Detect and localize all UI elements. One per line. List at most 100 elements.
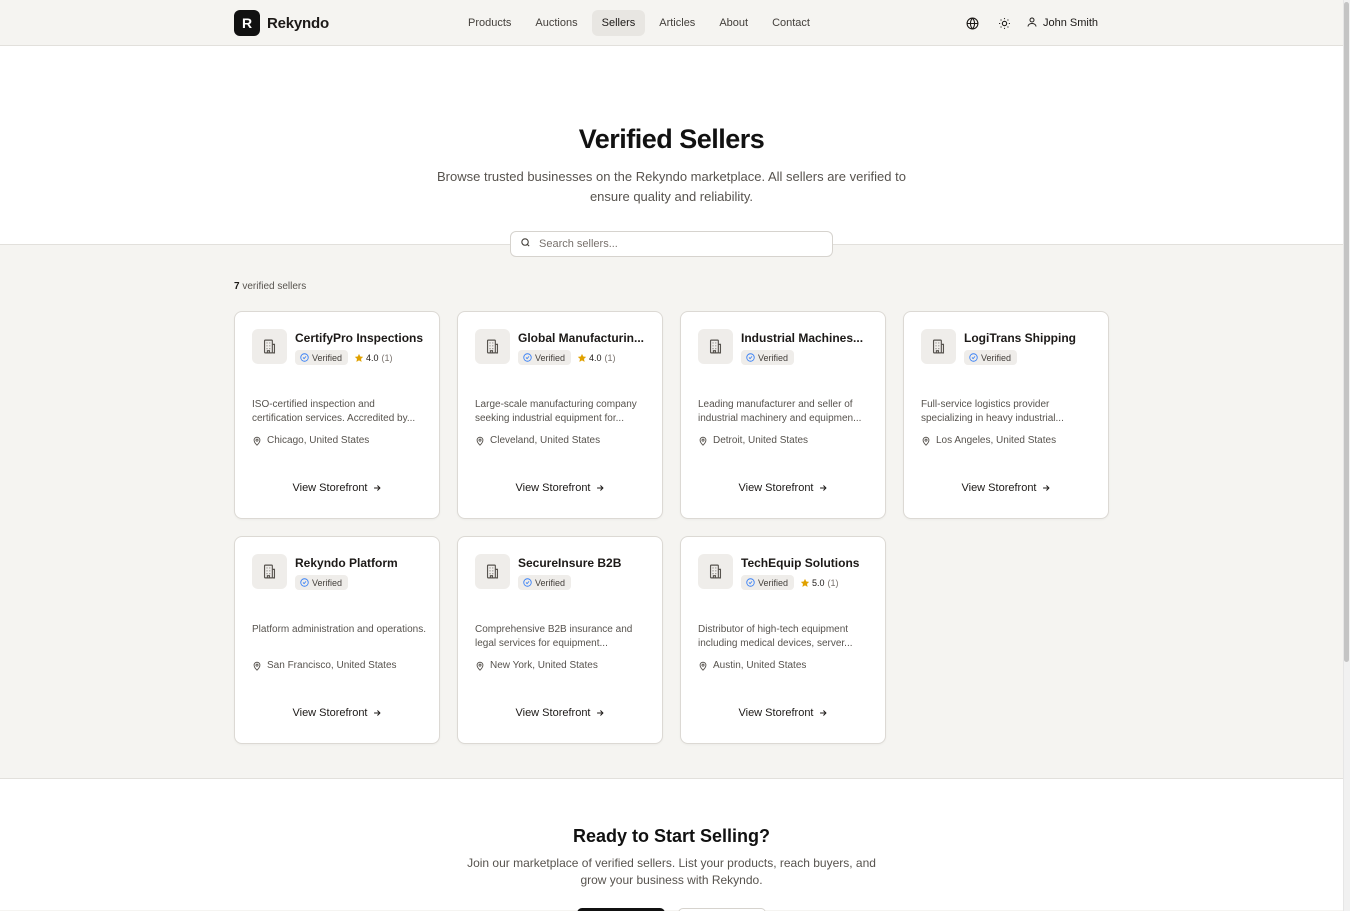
brand-logo[interactable]: R Rekyndo — [234, 10, 329, 36]
verified-check-icon — [300, 578, 309, 587]
map-pin-icon — [475, 436, 485, 446]
seller-meta: Verified 5.0 (1) — [741, 575, 839, 590]
building-icon — [252, 554, 287, 589]
seller-card[interactable]: Global Manufacturin... Verified 4.0 (1) Larg… — [457, 311, 663, 519]
seller-description: ISO-certified inspection and certificati… — [252, 399, 416, 424]
seller-card[interactable]: LogiTrans Shipping Verified Full-service l… — [903, 311, 1109, 519]
map-pin-icon — [252, 661, 262, 671]
cta-section: Ready to Start Selling? Join our marketp… — [0, 778, 1343, 911]
building-icon — [475, 554, 510, 589]
cta-title: Ready to Start Selling? — [572, 826, 771, 846]
verified-check-icon — [746, 353, 755, 362]
globe-icon[interactable] — [962, 13, 982, 33]
seller-rating: 5.0 (1) — [800, 578, 839, 588]
top-navigation-bar: R Rekyndo Products Auctions Sellers Article… — [0, 0, 1343, 46]
seller-meta: Verified — [964, 350, 1018, 365]
verified-label: Verified — [758, 577, 789, 588]
rating-count: (1) — [604, 352, 616, 363]
verified-label: Verified — [535, 352, 566, 363]
star-icon — [800, 578, 810, 588]
star-icon — [354, 353, 364, 363]
location-text: Los Angeles, United States — [936, 435, 1057, 446]
view-storefront-link[interactable]: View Storefront — [681, 482, 885, 494]
nav-item-auctions[interactable]: Auctions — [525, 10, 587, 36]
header-actions: John Smith — [962, 13, 1098, 33]
seller-card[interactable]: TechEquip Solutions Verified 5.0 (1) Distrib… — [680, 536, 886, 744]
scrollbar-thumb[interactable] — [1344, 2, 1349, 662]
map-pin-icon — [698, 661, 708, 671]
seller-card[interactable]: Industrial Machines... Verified Leading ma… — [680, 311, 886, 519]
verified-label: Verified — [312, 577, 343, 588]
seller-card[interactable]: Rekyndo Platform Verified Platform adminis… — [234, 536, 440, 744]
location-text: San Francisco, United States — [267, 660, 397, 671]
page-scrollbar[interactable] — [1343, 0, 1350, 911]
seller-name[interactable]: Rekyndo Platform — [295, 556, 431, 570]
sun-icon[interactable] — [994, 13, 1014, 33]
seller-name[interactable]: LogiTrans Shipping — [964, 331, 1100, 345]
location-text: Detroit, United States — [713, 435, 809, 446]
logo-text: Rekyndo — [267, 14, 329, 32]
cta-subtitle: Join our marketplace of verified sellers… — [467, 856, 876, 887]
seller-description: Full-service logistics provider speciali… — [921, 399, 1064, 424]
verified-badge: Verified — [964, 350, 1018, 365]
view-storefront-link[interactable]: View Storefront — [235, 482, 439, 494]
seller-location: Cleveland, United States — [475, 435, 600, 446]
verified-label: Verified — [312, 352, 343, 363]
seller-name[interactable]: Industrial Machines... — [741, 331, 877, 345]
location-text: Austin, United States — [713, 660, 807, 671]
seller-card[interactable]: CertifyPro Inspections Verified 4.0 (1) ISO-… — [234, 311, 440, 519]
verified-label: Verified — [758, 352, 789, 363]
logo-mark: R — [234, 10, 260, 36]
seller-name[interactable]: Global Manufacturin... — [518, 331, 654, 345]
main-nav: Products Auctions Sellers Articles About Cont… — [458, 10, 820, 36]
seller-rating: 4.0 (1) — [354, 353, 393, 363]
seller-meta: Verified 4.0 (1) — [295, 350, 393, 365]
nav-item-sellers[interactable]: Sellers — [591, 10, 646, 36]
seller-description: Leading manufacturer and seller of indus… — [698, 399, 862, 424]
seller-grid: CertifyPro Inspections Verified 4.0 (1) ISO-… — [234, 311, 1110, 744]
map-pin-icon — [698, 436, 708, 446]
seller-meta: Verified — [741, 350, 795, 365]
view-storefront-link[interactable]: View Storefront — [458, 707, 662, 719]
rating-value: 5.0 — [812, 577, 825, 588]
nav-item-articles[interactable]: Articles — [649, 10, 705, 36]
seller-rating: 4.0 (1) — [577, 353, 616, 363]
seller-name[interactable]: CertifyPro Inspections — [295, 331, 431, 345]
nav-item-about[interactable]: About — [709, 10, 758, 36]
seller-name[interactable]: SecureInsure B2B — [518, 556, 654, 570]
arrow-right-icon — [372, 708, 382, 718]
verified-badge: Verified — [741, 350, 795, 365]
verified-badge: Verified — [295, 575, 349, 590]
seller-location: Detroit, United States — [698, 435, 808, 446]
arrow-right-icon — [595, 708, 605, 718]
map-pin-icon — [475, 661, 485, 671]
view-storefront-label: View Storefront — [515, 707, 591, 719]
seller-location: Austin, United States — [698, 660, 806, 671]
hero-section: Verified Sellers Browse trusted business… — [0, 46, 1343, 257]
arrow-right-icon — [372, 483, 382, 493]
view-storefront-link[interactable]: View Storefront — [235, 707, 439, 719]
arrow-right-icon — [818, 708, 828, 718]
verified-label: Verified — [535, 577, 566, 588]
arrow-right-icon — [818, 483, 828, 493]
seller-name[interactable]: TechEquip Solutions — [741, 556, 877, 570]
view-storefront-link[interactable]: View Storefront — [904, 482, 1108, 494]
location-text: Cleveland, United States — [490, 435, 601, 446]
nav-item-contact[interactable]: Contact — [762, 10, 820, 36]
page-title: Verified Sellers — [578, 124, 765, 154]
building-icon — [475, 329, 510, 364]
building-icon — [698, 329, 733, 364]
page-subtitle: Browse trusted businesses on the Rekyndo… — [437, 169, 906, 204]
view-storefront-label: View Storefront — [961, 482, 1037, 494]
map-pin-icon — [252, 436, 262, 446]
seller-location: Los Angeles, United States — [921, 435, 1056, 446]
seller-card[interactable]: SecureInsure B2B Verified Comprehensive B2… — [457, 536, 663, 744]
location-text: Chicago, United States — [267, 435, 370, 446]
view-storefront-link[interactable]: View Storefront — [681, 707, 885, 719]
verified-check-icon — [300, 353, 309, 362]
seller-count-label: verified sellers — [242, 281, 307, 292]
user-name: John Smith — [1043, 17, 1099, 29]
view-storefront-link[interactable]: View Storefront — [458, 482, 662, 494]
nav-item-products[interactable]: Products — [458, 10, 521, 36]
user-menu[interactable]: John Smith — [1026, 16, 1098, 31]
